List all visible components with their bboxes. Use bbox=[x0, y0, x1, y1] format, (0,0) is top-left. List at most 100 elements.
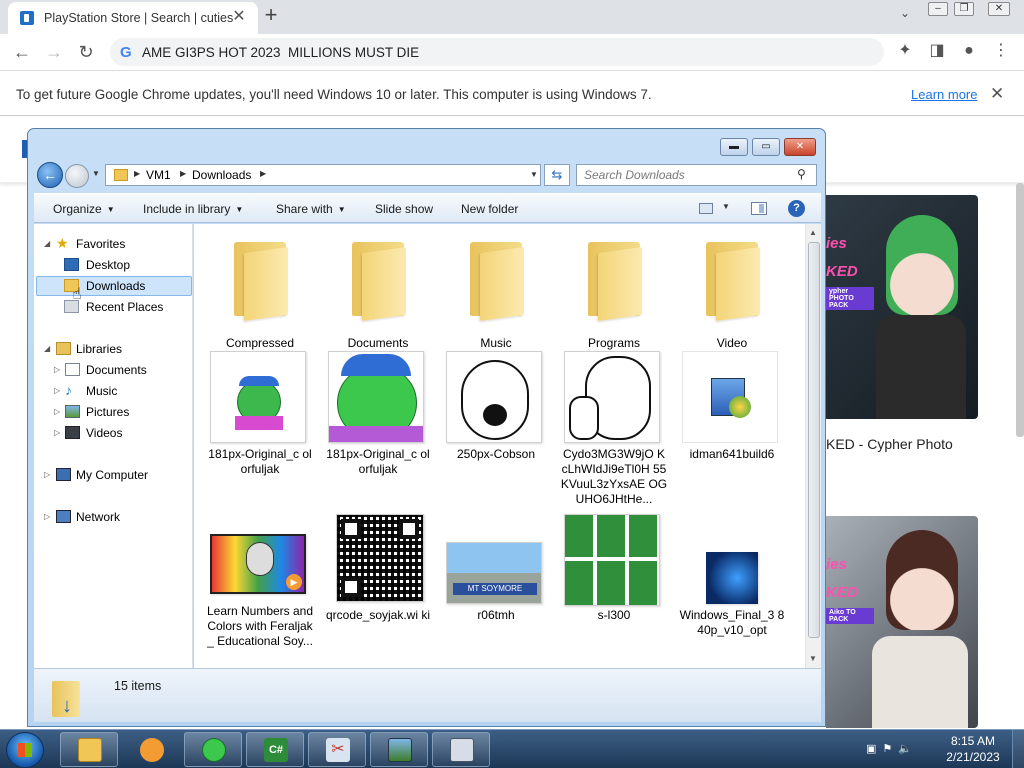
collapsed-triangle-icon[interactable]: ▷ bbox=[54, 423, 60, 443]
nav-downloads[interactable]: Downloads bbox=[64, 276, 184, 296]
search-icon[interactable]: ⚲ bbox=[797, 167, 806, 181]
image-file-item[interactable]: s-l300 bbox=[560, 514, 668, 664]
new-folder-button[interactable]: New folder bbox=[461, 202, 518, 216]
nav-desktop[interactable]: Desktop bbox=[64, 255, 184, 275]
taskbar-chrome-button[interactable] bbox=[184, 732, 242, 767]
folder-item[interactable]: Compressed bbox=[206, 232, 314, 350]
taskbar-snipping-tool-button[interactable]: ✂ bbox=[308, 732, 366, 767]
chevron-right-icon[interactable]: ▶ bbox=[180, 169, 186, 178]
breadcrumb-downloads[interactable]: Downloads bbox=[192, 168, 251, 182]
taskbar-on-screen-keyboard-button[interactable] bbox=[432, 732, 490, 767]
nav-recent-places[interactable]: Recent Places bbox=[64, 297, 184, 317]
collapsed-triangle-icon[interactable]: ▷ bbox=[54, 381, 60, 401]
preview-pane-icon[interactable] bbox=[751, 202, 767, 215]
explorer-maximize-button[interactable]: ▭ bbox=[752, 138, 780, 156]
view-dropdown-icon[interactable]: ▼ bbox=[722, 202, 730, 211]
documents-icon bbox=[65, 363, 80, 376]
installer-file-item[interactable]: idman641build6 bbox=[678, 351, 786, 501]
taskbar-media-player-button[interactable] bbox=[122, 732, 180, 767]
tab-search-chevron-icon[interactable]: ⌄ bbox=[896, 6, 914, 24]
nav-pictures[interactable]: ▷ Pictures bbox=[54, 402, 184, 422]
image-file-item[interactable]: 181px-Original_c olorfuljak bbox=[324, 351, 432, 501]
image-file-item[interactable]: Cydo3MG3W9jO KcLhWIdJi9eTl0H 55KVuuL3zYx… bbox=[560, 351, 668, 506]
image-file-item[interactable]: 250px-Cobson bbox=[442, 351, 550, 501]
qr-code-thumbnail bbox=[336, 514, 424, 602]
minimize-button[interactable]: – bbox=[928, 2, 948, 16]
nav-my-computer[interactable]: ▷ My Computer bbox=[44, 465, 184, 485]
new-tab-button[interactable]: + bbox=[260, 4, 282, 26]
chevron-right-icon[interactable]: ▶ bbox=[260, 169, 266, 178]
nav-network[interactable]: ▷ Network bbox=[44, 507, 184, 527]
scrollbar-thumb[interactable] bbox=[808, 242, 820, 638]
include-in-library-button[interactable]: Include in library ▼ bbox=[143, 202, 243, 216]
restore-button[interactable]: ❐ bbox=[954, 2, 974, 16]
taskbar-explorer-button[interactable] bbox=[60, 732, 118, 767]
back-arrow-icon[interactable]: ← bbox=[37, 162, 63, 188]
help-icon[interactable]: ? bbox=[788, 200, 805, 217]
scroll-up-icon[interactable]: ▲ bbox=[809, 228, 817, 237]
slide-show-button[interactable]: Slide show bbox=[375, 202, 433, 216]
chrome-menu-icon[interactable]: ⋮ bbox=[990, 40, 1012, 62]
show-desktop-button[interactable] bbox=[1012, 730, 1024, 768]
expanded-triangle-icon[interactable]: ◢ bbox=[44, 234, 50, 254]
change-view-icon[interactable] bbox=[699, 203, 713, 214]
omnibox-input[interactable]: AME GI3PS HOT 2023 MILLIONS MUST DIE bbox=[142, 45, 419, 60]
history-dropdown-icon[interactable]: ▼ bbox=[92, 169, 100, 178]
taskbar-photo-viewer-button[interactable] bbox=[370, 732, 428, 767]
omnibox[interactable]: G AME GI3PS HOT 2023 MILLIONS MUST DIE bbox=[110, 38, 884, 66]
image-file-item[interactable]: MT SOYMORE r06tmh bbox=[442, 514, 550, 664]
system-tray-icons[interactable]: ▣⚑🔈 bbox=[866, 742, 918, 755]
image-file-item[interactable]: qrcode_soyjak.wi ki bbox=[324, 514, 432, 664]
organize-button[interactable]: Organize ▼ bbox=[53, 202, 115, 216]
vertical-scrollbar[interactable]: ▲ ▼ bbox=[805, 224, 821, 668]
search-box[interactable]: Search Downloads ⚲ bbox=[576, 164, 817, 186]
share-with-button[interactable]: Share with ▼ bbox=[276, 202, 346, 216]
folder-item[interactable]: Video bbox=[678, 232, 786, 350]
explorer-minimize-button[interactable]: ▬ bbox=[720, 138, 748, 156]
nav-favorites[interactable]: ◢ ★ Favorites bbox=[44, 234, 184, 254]
folder-item[interactable]: Music bbox=[442, 232, 550, 350]
collapsed-triangle-icon[interactable]: ▷ bbox=[44, 507, 50, 527]
forward-arrow-icon[interactable] bbox=[65, 164, 89, 188]
address-bar[interactable]: ▶ VM1 ▶ Downloads ▶ ▼ bbox=[105, 164, 541, 186]
profile-avatar-icon[interactable]: ● bbox=[958, 40, 980, 62]
nav-videos[interactable]: ▷ Videos bbox=[54, 423, 184, 443]
side-panel-icon[interactable]: ◨ bbox=[926, 40, 948, 62]
expanded-triangle-icon[interactable]: ◢ bbox=[44, 339, 50, 359]
scroll-down-icon[interactable]: ▼ bbox=[809, 654, 817, 663]
collapsed-triangle-icon[interactable]: ▷ bbox=[44, 465, 50, 485]
forward-arrow-icon[interactable]: → bbox=[42, 40, 66, 64]
address-dropdown-icon[interactable]: ▼ bbox=[530, 170, 538, 179]
nav-documents[interactable]: ▷ Documents bbox=[54, 360, 184, 380]
image-file-item[interactable]: 181px-Original_c olorfuljak bbox=[206, 351, 314, 501]
collapsed-triangle-icon[interactable]: ▷ bbox=[54, 360, 60, 380]
back-arrow-icon[interactable]: ← bbox=[10, 40, 34, 64]
breadcrumb-vm1[interactable]: VM1 bbox=[146, 168, 171, 182]
product-title[interactable]: KED - Cypher Photo bbox=[826, 436, 953, 452]
nav-music[interactable]: ▷ ♪ Music bbox=[54, 381, 184, 401]
video-file-item[interactable]: ▶ Learn Numbers and Colors with Feraljak… bbox=[206, 514, 314, 674]
nav-libraries[interactable]: ◢ Libraries bbox=[44, 339, 184, 359]
close-window-button[interactable]: ✕ bbox=[988, 2, 1010, 16]
refresh-icon[interactable]: ⇆ bbox=[544, 164, 570, 186]
clock-date[interactable]: 2/21/2023 bbox=[938, 750, 1008, 764]
image-file-item[interactable]: Windows_Final_3 840p_v10_opt bbox=[678, 514, 786, 664]
browser-tab[interactable]: PlayStation Store | Search | cuties ✕ bbox=[8, 2, 258, 34]
page-scrollbar[interactable] bbox=[1016, 183, 1024, 437]
collapsed-triangle-icon[interactable]: ▷ bbox=[54, 402, 60, 422]
clock-time[interactable]: 8:15 AM bbox=[948, 734, 998, 748]
folder-item[interactable]: Documents bbox=[324, 232, 432, 350]
infobar-close-icon[interactable]: ✕ bbox=[990, 84, 1004, 104]
tab-close-icon[interactable]: ✕ bbox=[230, 8, 248, 26]
product-card-image[interactable]: ies KED ypher PHOTO PACK bbox=[826, 195, 978, 419]
folder-item[interactable]: Programs bbox=[560, 232, 668, 350]
start-button[interactable] bbox=[6, 732, 44, 768]
taskbar-csharp-button[interactable]: C# bbox=[246, 732, 304, 767]
reload-icon[interactable]: ↻ bbox=[74, 40, 98, 64]
chevron-right-icon[interactable]: ▶ bbox=[134, 169, 140, 178]
product-card-image[interactable]: ies KED Aiko TO PACK bbox=[826, 516, 978, 728]
learn-more-link[interactable]: Learn more bbox=[911, 87, 977, 102]
search-input[interactable]: Search Downloads bbox=[584, 168, 685, 182]
explorer-close-button[interactable]: ✕ bbox=[784, 138, 816, 156]
extensions-puzzle-icon[interactable]: ✦ bbox=[894, 40, 916, 62]
